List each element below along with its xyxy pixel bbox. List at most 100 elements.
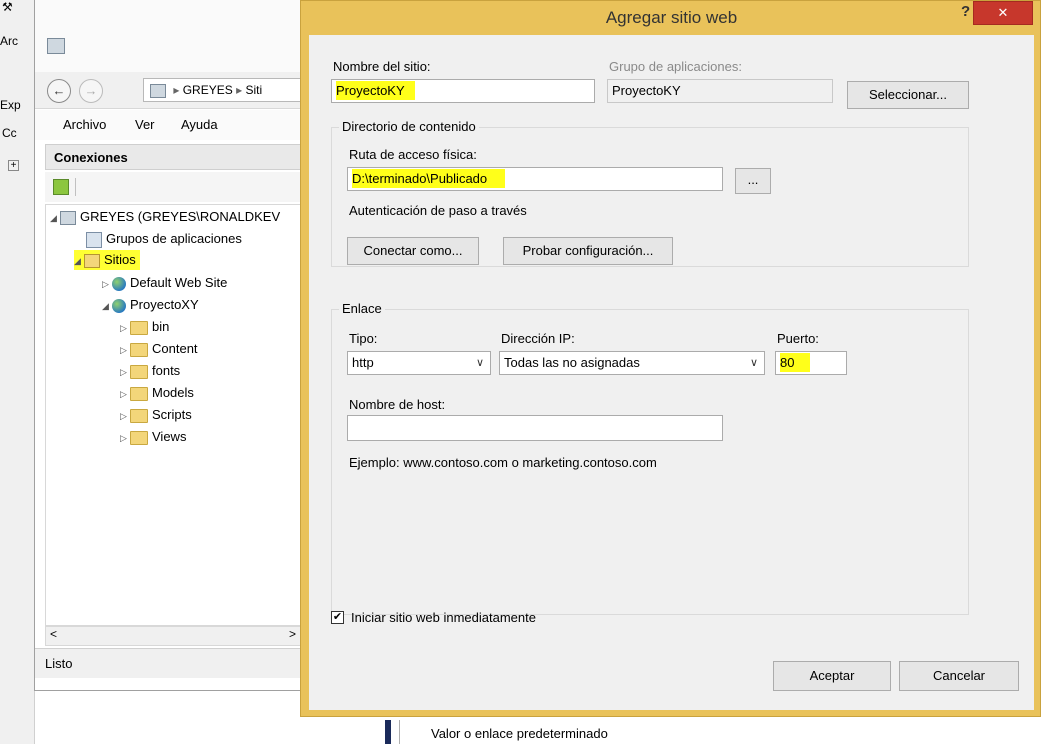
tree-label-project: ProyectoXY: [130, 297, 199, 312]
tree-item-folder-fonts[interactable]: ▷ fonts: [120, 361, 180, 381]
address-bar: ← → ▸ GREYES ▸ Siti: [35, 72, 305, 109]
back-button[interactable]: ←: [47, 79, 71, 103]
tree-item-folder-views[interactable]: ▷ Views: [120, 427, 186, 447]
connect-icon[interactable]: [53, 179, 69, 195]
tree-label-folder: Content: [152, 341, 198, 356]
tree-item-sites[interactable]: ◢ Sitios: [74, 250, 140, 270]
breadcrumb[interactable]: ▸ GREYES ▸ Siti: [143, 78, 305, 102]
scroll-right-icon[interactable]: >: [289, 627, 296, 641]
chevron-down-icon: ∨: [475, 357, 484, 369]
tree-item-app-pools[interactable]: Grupos de aplicaciones: [86, 229, 242, 249]
folder-icon: [130, 342, 148, 357]
iis-app-icon: [47, 38, 65, 54]
tree-label-folder: fonts: [152, 363, 181, 378]
folder-icon: [130, 430, 148, 445]
ip-label: Dirección IP:: [501, 331, 575, 346]
expand-icon[interactable]: ▷: [120, 318, 130, 338]
forward-button[interactable]: →: [79, 79, 103, 103]
add-website-dialog: Agregar sitio web ? ✕ Nombre del sitio: …: [300, 0, 1041, 717]
host-name-label: Nombre de host:: [349, 397, 446, 412]
tree-label-folder: Views: [152, 429, 187, 444]
help-button[interactable]: ?: [961, 3, 970, 20]
background-window-strip: ⚒ Arc Exp Cc +: [0, 0, 35, 744]
type-select[interactable]: http ∨: [347, 351, 491, 375]
menu-ayuda[interactable]: Ayuda: [181, 117, 218, 132]
tree-item-default-site[interactable]: ▷ Default Web Site: [102, 273, 227, 293]
connections-toolbar: [45, 172, 301, 202]
horizontal-scrollbar[interactable]: < >: [45, 626, 303, 646]
bg-label-2: Exp: [0, 98, 21, 112]
folder-icon: [130, 364, 148, 379]
ip-value: Todas las no asignadas: [504, 355, 640, 370]
browse-button[interactable]: ...: [735, 168, 771, 194]
ok-button[interactable]: Aceptar: [773, 661, 891, 691]
tree-label-server: GREYES (GREYES\RONALDKEV: [80, 209, 281, 224]
globe-icon: [112, 298, 126, 313]
background-divider: [399, 720, 400, 744]
menu-ver[interactable]: Ver: [135, 117, 155, 132]
select-button[interactable]: Seleccionar...: [847, 81, 969, 109]
chevron-right-icon: ▸: [173, 83, 180, 97]
status-bar: Listo: [35, 648, 303, 678]
expand-icon[interactable]: ▷: [120, 384, 130, 404]
expand-icon[interactable]: ▷: [120, 428, 130, 448]
tree-item-folder-models[interactable]: ▷ Models: [120, 383, 194, 403]
expand-icon[interactable]: ▷: [120, 340, 130, 360]
expand-icon[interactable]: +: [8, 160, 19, 171]
tree-label-folder: bin: [152, 319, 170, 334]
ip-select[interactable]: Todas las no asignadas ∨: [499, 351, 765, 375]
folder-icon: [130, 408, 148, 423]
menu-archivo[interactable]: Archivo: [63, 117, 106, 132]
physical-path-input[interactable]: D:\terminado\Publicado: [347, 167, 723, 191]
tools-icon: ⚒: [2, 0, 13, 14]
type-value: http: [352, 355, 374, 370]
folder-icon: [130, 386, 148, 401]
start-immediately-checkbox[interactable]: ✔: [331, 611, 344, 624]
iis-title-area: [35, 0, 303, 72]
tree-item-folder-bin[interactable]: ▷ bin: [120, 317, 169, 337]
server-icon: [150, 83, 166, 98]
tree-item-server[interactable]: ◢ GREYES (GREYES\RONALDKEV: [50, 207, 280, 227]
dialog-title: Agregar sitio web: [605, 8, 738, 27]
breadcrumb-item-server[interactable]: GREYES: [183, 83, 233, 97]
dialog-body: Nombre del sitio: ProyectoKY Grupo de ap…: [309, 35, 1034, 710]
background-bar: [385, 720, 391, 744]
physical-path-label: Ruta de acceso física:: [349, 147, 477, 162]
background-text: Valor o enlace predeterminado: [431, 726, 608, 741]
collapse-icon[interactable]: ◢: [102, 296, 112, 316]
cancel-button[interactable]: Cancelar: [899, 661, 1019, 691]
bg-label-1: Arc: [0, 34, 18, 48]
app-pool-label: Grupo de aplicaciones:: [609, 59, 742, 74]
globe-icon: [112, 276, 126, 291]
connect-as-button[interactable]: Conectar como...: [347, 237, 479, 265]
close-button[interactable]: ✕: [973, 1, 1033, 25]
menu-bar: Archivo Ver Ayuda: [35, 110, 303, 140]
collapse-icon[interactable]: ◢: [50, 208, 60, 228]
scroll-left-icon[interactable]: <: [50, 627, 57, 641]
app-pool-field: ProyectoKY: [607, 79, 833, 103]
collapse-icon[interactable]: ◢: [74, 251, 84, 271]
tree-item-folder-scripts[interactable]: ▷ Scripts: [120, 405, 192, 425]
breadcrumb-item-sites[interactable]: Siti: [245, 83, 262, 97]
tree-item-folder-content[interactable]: ▷ Content: [120, 339, 198, 359]
port-input[interactable]: 80: [775, 351, 847, 375]
tree-label-sites: Sitios: [104, 252, 136, 267]
connections-tree: ◢ GREYES (GREYES\RONALDKEV Grupos de apli…: [45, 204, 303, 626]
iis-manager-window: ← → ▸ GREYES ▸ Siti Archivo Ver Ayuda Co…: [34, 0, 305, 691]
tree-label-folder: Models: [152, 385, 194, 400]
tree-item-project[interactable]: ◢ ProyectoXY: [102, 295, 199, 315]
toolbar-separator: [75, 178, 76, 196]
tree-label-app-pools: Grupos de aplicaciones: [106, 231, 242, 246]
sites-folder-icon: [84, 253, 100, 268]
tree-label-default-site: Default Web Site: [130, 275, 228, 290]
site-name-label: Nombre del sitio:: [333, 59, 431, 74]
app-pool-icon: [86, 231, 102, 248]
expand-icon[interactable]: ▷: [102, 274, 112, 294]
site-name-input[interactable]: ProyectoKY: [331, 79, 595, 103]
host-name-input[interactable]: [347, 415, 723, 441]
test-settings-button[interactable]: Probar configuración...: [503, 237, 673, 265]
expand-icon[interactable]: ▷: [120, 406, 130, 426]
expand-icon[interactable]: ▷: [120, 362, 130, 382]
binding-title: Enlace: [339, 301, 385, 316]
chevron-right-icon: ▸: [236, 83, 243, 97]
